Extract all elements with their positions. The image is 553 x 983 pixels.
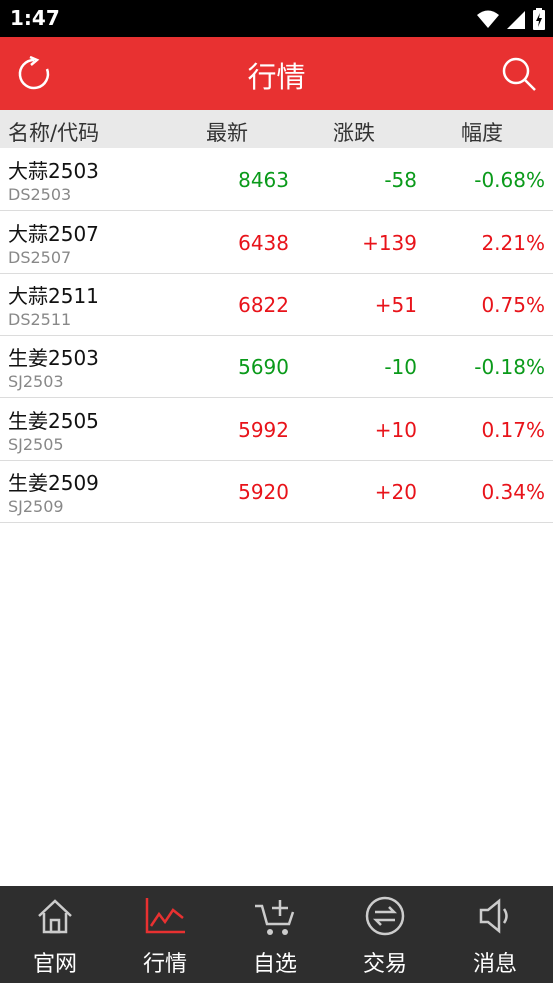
signal-icon [507, 11, 525, 29]
quote-row[interactable]: 生姜2505 SJ2505 5992 +10 0.17% [0, 398, 553, 461]
search-icon[interactable] [501, 56, 537, 92]
tab-watchlist[interactable]: 自选 [220, 886, 330, 983]
price-change: -10 [384, 355, 417, 379]
chart-icon [145, 898, 185, 934]
tab-official-site[interactable]: 官网 [0, 886, 110, 983]
contract-name: 大蒜2507 [8, 222, 99, 246]
speaker-icon [479, 898, 508, 934]
latest-price: 8463 [238, 168, 289, 192]
contract-code: SJ2503 [8, 372, 64, 391]
contract-name: 生姜2503 [8, 346, 99, 370]
exchange-icon [365, 896, 405, 936]
tab-label: 行情 [142, 952, 187, 977]
status-bar: 1:47 [0, 0, 553, 37]
tab-label: 自选 [252, 952, 297, 977]
latest-price: 5992 [238, 418, 289, 442]
status-time: 1:47 [10, 6, 60, 30]
quote-row[interactable]: 生姜2509 SJ2509 5920 +20 0.34% [0, 460, 553, 523]
price-change: +51 [374, 293, 417, 317]
tab-label: 交易 [362, 952, 407, 977]
latest-price: 6438 [238, 231, 289, 255]
contract-code: DS2507 [8, 248, 72, 267]
change-percent: -0.18% [474, 355, 545, 379]
tab-market[interactable]: 行情 [110, 886, 220, 983]
change-percent: 0.75% [481, 293, 545, 317]
bottom-tab-bar: 官网 行情 自选 交易 消息 [0, 886, 553, 983]
price-change: +10 [374, 418, 417, 442]
status-icons [477, 8, 545, 30]
contract-code: DS2503 [8, 185, 72, 204]
contract-name: 生姜2509 [8, 471, 99, 495]
contract-name: 大蒜2511 [8, 284, 99, 308]
app-header: 行情 [0, 37, 553, 110]
quote-column-header: 名称/代码 最新 涨跌 幅度 [0, 110, 553, 148]
latest-price: 5690 [238, 355, 289, 379]
column-change[interactable]: 涨跌 [333, 117, 375, 147]
tab-label: 官网 [32, 952, 77, 977]
quote-row[interactable]: 大蒜2511 DS2511 6822 +51 0.75% [0, 273, 553, 336]
contract-name: 大蒜2503 [8, 159, 99, 183]
change-percent: -0.68% [474, 168, 545, 192]
tab-messages[interactable]: 消息 [440, 886, 550, 983]
contract-code: SJ2505 [8, 435, 64, 454]
cart-icon [255, 900, 295, 935]
quote-row[interactable]: 生姜2503 SJ2503 5690 -10 -0.18% [0, 335, 553, 398]
latest-price: 5920 [238, 480, 289, 504]
quote-row[interactable]: 大蒜2503 DS2503 8463 -58 -0.68% [0, 148, 553, 211]
price-change: +20 [374, 480, 417, 504]
contract-code: DS2511 [8, 310, 72, 329]
home-icon [38, 899, 72, 934]
page-title: 行情 [247, 60, 306, 94]
price-change: +139 [362, 231, 417, 255]
tab-trade[interactable]: 交易 [330, 886, 440, 983]
latest-price: 6822 [238, 293, 289, 317]
column-latest[interactable]: 最新 [206, 117, 248, 147]
column-range[interactable]: 幅度 [461, 117, 503, 147]
quote-row[interactable]: 大蒜2507 DS2507 6438 +139 2.21% [0, 211, 553, 274]
change-percent: 2.21% [481, 231, 545, 255]
change-percent: 0.34% [481, 480, 545, 504]
contract-name: 生姜2505 [8, 409, 99, 433]
battery-icon [533, 8, 545, 30]
wifi-icon [477, 10, 499, 28]
contract-code: SJ2509 [8, 497, 64, 516]
column-name-code[interactable]: 名称/代码 [8, 117, 99, 147]
tab-label: 消息 [472, 952, 517, 977]
price-change: -58 [384, 168, 417, 192]
change-percent: 0.17% [481, 418, 545, 442]
